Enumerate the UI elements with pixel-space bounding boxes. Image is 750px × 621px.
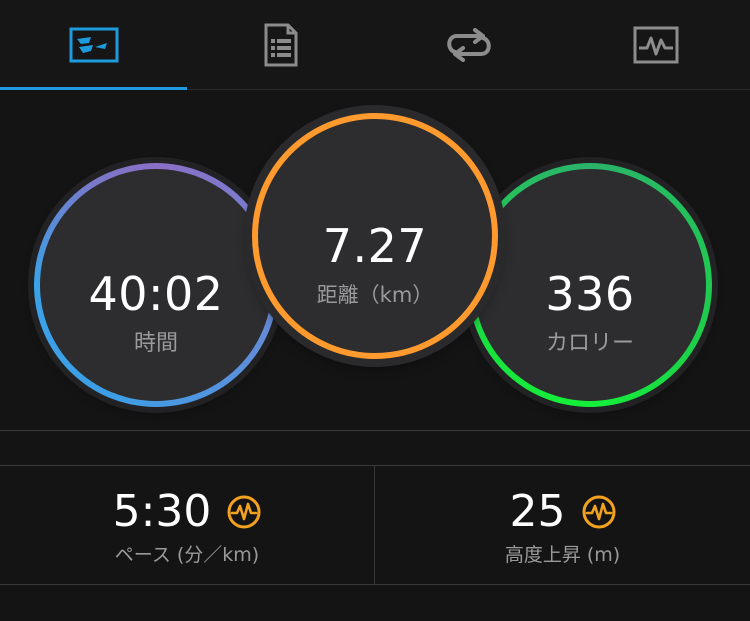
pace-stat[interactable]: 5:30 ペース (分／km) [0, 466, 374, 584]
tab-bar [0, 0, 750, 90]
calories-value: 336 [545, 267, 635, 321]
activity-summary-screen: 40:02 時間 336 カロリー 7.27 距離（km） 5:30 ペース (… [0, 0, 750, 621]
distance-label: 距離（km） [316, 283, 434, 307]
section-divider [0, 430, 750, 431]
document-list-icon [264, 23, 298, 66]
distance-value: 7.27 [322, 219, 428, 273]
time-value: 40:02 [88, 267, 224, 321]
tab-laps[interactable] [375, 0, 563, 89]
elevation-value: 25 [509, 486, 566, 537]
pace-value: 5:30 [112, 486, 212, 537]
tab-details[interactable] [188, 0, 376, 89]
tab-summary[interactable] [0, 0, 188, 90]
activity-chart-icon [633, 26, 679, 63]
summary-rings: 40:02 時間 336 カロリー 7.27 距離（km） [0, 91, 750, 431]
stats-row: 5:30 ペース (分／km) 25 高度上昇 (m) [0, 466, 750, 584]
elevation-stat[interactable]: 25 高度上昇 (m) [374, 466, 750, 584]
tab-charts[interactable] [563, 0, 750, 89]
elevation-label: 高度上昇 (m) [504, 544, 621, 566]
calories-ring: 336 カロリー [468, 163, 712, 407]
pace-label: ペース (分／km) [114, 544, 260, 566]
summary-stats-icon [69, 27, 119, 62]
time-label: 時間 [133, 331, 178, 356]
time-ring: 40:02 時間 [34, 163, 278, 407]
performance-heart-icon [582, 495, 615, 529]
laps-repeat-icon [447, 27, 491, 62]
performance-heart-icon [227, 495, 261, 529]
distance-ring: 7.27 距離（km） [252, 113, 498, 359]
calories-label: カロリー [545, 331, 634, 356]
section-divider [0, 584, 750, 585]
